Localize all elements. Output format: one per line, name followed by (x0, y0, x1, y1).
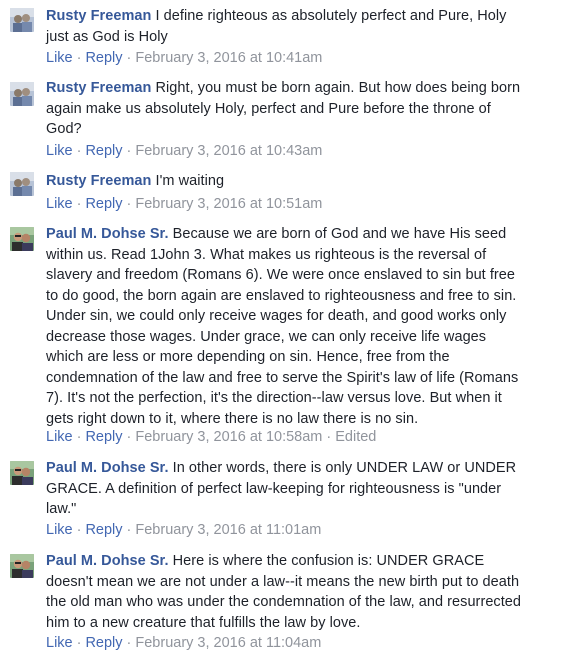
rusty-freeman-avatar-icon (10, 172, 34, 196)
comment-timestamp[interactable]: February 3, 2016 at 11:01am (135, 522, 321, 538)
comment-timestamp[interactable]: February 3, 2016 at 10:41am (135, 50, 322, 66)
comment-body: Paul M. Dohse Sr. Here is where the conf… (46, 551, 527, 633)
like-link[interactable]: Like (46, 522, 73, 538)
comment-actions: Like · Reply · February 3, 2016 at 11:04am (46, 634, 321, 652)
comment-body: Paul M. Dohse Sr. Because we are born of… (46, 224, 527, 429)
comment-author[interactable]: Paul M. Dohse Sr. (46, 460, 169, 476)
separator: · (76, 50, 82, 66)
comment-actions: Like · Reply · February 3, 2016 at 11:01am (46, 521, 321, 539)
like-link[interactable]: Like (46, 429, 73, 445)
comment-actions: Like · Reply · February 3, 2016 at 10:51am (46, 195, 322, 213)
comment-thread: Rusty Freeman I define righteous as abso… (0, 0, 567, 664)
comment-body: Rusty Freeman I define righteous as abso… (46, 6, 527, 47)
avatar[interactable] (10, 554, 34, 578)
comment-author[interactable]: Rusty Freeman (46, 80, 151, 96)
avatar[interactable] (10, 461, 34, 485)
separator: · (126, 522, 132, 538)
like-link[interactable]: Like (46, 635, 73, 651)
separator: · (126, 429, 132, 445)
comment-actions: Like · Reply · February 3, 2016 at 10:41am (46, 49, 322, 67)
separator: · (126, 143, 132, 159)
like-link[interactable]: Like (46, 196, 73, 212)
reply-link[interactable]: Reply (85, 50, 122, 66)
paul-dohse-avatar-icon (10, 461, 34, 485)
reply-link[interactable]: Reply (85, 522, 122, 538)
comment-author[interactable]: Paul M. Dohse Sr. (46, 226, 169, 242)
comment-timestamp[interactable]: February 3, 2016 at 10:51am (135, 196, 322, 212)
comment-body: Rusty Freeman Right, you must be born ag… (46, 78, 527, 140)
separator: · (76, 143, 82, 159)
reply-link[interactable]: Reply (85, 196, 122, 212)
reply-link[interactable]: Reply (85, 143, 122, 159)
avatar[interactable] (10, 82, 34, 106)
separator: · (76, 635, 82, 651)
comment-timestamp[interactable]: February 3, 2016 at 10:58am (135, 429, 322, 445)
avatar[interactable] (10, 172, 34, 196)
separator: · (76, 522, 82, 538)
comment-author[interactable]: Rusty Freeman (46, 173, 151, 189)
comment-actions: Like · Reply · February 3, 2016 at 10:43am (46, 142, 322, 160)
separator: · (76, 196, 82, 212)
like-link[interactable]: Like (46, 143, 73, 159)
separator: · (76, 429, 82, 445)
paul-dohse-avatar-icon (10, 227, 34, 251)
avatar[interactable] (10, 227, 34, 251)
rusty-freeman-avatar-icon (10, 8, 34, 32)
comment-body: Paul M. Dohse Sr. In other words, there … (46, 458, 527, 520)
reply-link[interactable]: Reply (85, 429, 122, 445)
comment-timestamp[interactable]: February 3, 2016 at 11:04am (135, 635, 321, 651)
avatar[interactable] (10, 8, 34, 32)
separator: · (126, 196, 132, 212)
comment-author[interactable]: Rusty Freeman (46, 8, 151, 24)
paul-dohse-avatar-icon (10, 554, 34, 578)
comment-author[interactable]: Paul M. Dohse Sr. (46, 553, 169, 569)
like-link[interactable]: Like (46, 50, 73, 66)
comment-actions: Like · Reply · February 3, 2016 at 10:58am · E… (46, 428, 376, 446)
separator: · (126, 635, 132, 651)
edited-label[interactable]: Edited (335, 429, 376, 445)
separator: · (326, 429, 332, 445)
rusty-freeman-avatar-icon (10, 82, 34, 106)
comment-timestamp[interactable]: February 3, 2016 at 10:43am (135, 143, 322, 159)
separator: · (126, 50, 132, 66)
comment-text: Because we are born of God and we have H… (46, 226, 519, 427)
reply-link[interactable]: Reply (85, 635, 122, 651)
comment-body: Rusty Freeman I'm waiting (46, 171, 527, 192)
comment-text: I'm waiting (155, 173, 225, 189)
